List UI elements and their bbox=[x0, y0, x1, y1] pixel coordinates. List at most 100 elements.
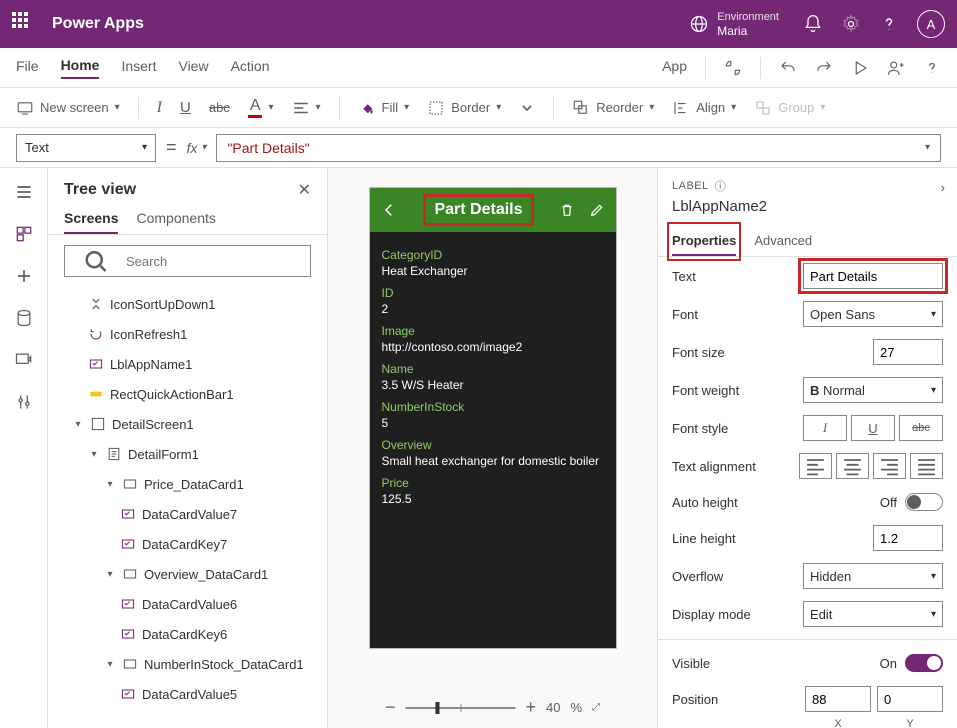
tab-components[interactable]: Components bbox=[136, 204, 215, 234]
italic-button[interactable]: I bbox=[157, 99, 162, 117]
preview-header: Part Details bbox=[370, 188, 616, 232]
fill-button[interactable]: Fill▾ bbox=[358, 99, 410, 117]
position-y-input[interactable] bbox=[877, 686, 943, 712]
redo-icon[interactable] bbox=[815, 59, 833, 77]
app-checker-icon[interactable] bbox=[724, 59, 742, 77]
zoom-unit: % bbox=[570, 700, 582, 715]
environment-picker[interactable]: Environment Maria bbox=[689, 10, 779, 38]
font-weight-select[interactable]: B Normal▾ bbox=[803, 377, 943, 403]
underline-toggle[interactable]: U bbox=[851, 415, 895, 441]
equals-icon: = bbox=[166, 137, 177, 158]
tree-view-panel: Tree view ✕ Screens Components IconSortU… bbox=[48, 168, 328, 728]
play-icon[interactable] bbox=[851, 59, 869, 77]
settings-icon[interactable] bbox=[841, 14, 861, 34]
phone-preview[interactable]: Part Details CategoryID Heat Exchanger I… bbox=[370, 188, 616, 648]
tree-item[interactable]: RectQuickActionBar1 bbox=[54, 379, 321, 409]
font-select[interactable]: Open Sans▾ bbox=[803, 301, 943, 327]
help-icon[interactable] bbox=[879, 14, 899, 34]
left-rail bbox=[0, 168, 48, 728]
tree-item[interactable]: DataCardValue6 bbox=[54, 589, 321, 619]
tree-item[interactable]: ▾Price_DataCard1 bbox=[54, 469, 321, 499]
tree-item[interactable]: ▾DetailForm1 bbox=[54, 439, 321, 469]
tree-item[interactable]: DataCardValue7 bbox=[54, 499, 321, 529]
back-icon[interactable] bbox=[380, 201, 398, 219]
menu-app[interactable]: App bbox=[662, 58, 687, 78]
advanced-tools-icon[interactable] bbox=[14, 392, 34, 412]
user-avatar[interactable]: A bbox=[917, 10, 945, 38]
insert-icon[interactable] bbox=[14, 266, 34, 286]
strikethrough-button[interactable]: abc bbox=[209, 100, 230, 115]
menubar-help-icon[interactable] bbox=[923, 59, 941, 77]
tree-item[interactable]: LblAppName1 bbox=[54, 349, 321, 379]
font-color-button[interactable]: A▾ bbox=[248, 97, 274, 118]
menu-file[interactable]: File bbox=[16, 58, 39, 78]
italic-toggle[interactable]: I bbox=[803, 415, 847, 441]
prop-label: Line height bbox=[672, 531, 736, 546]
align-justify-button[interactable] bbox=[910, 453, 943, 479]
close-icon[interactable]: ✕ bbox=[298, 180, 311, 200]
tree-item[interactable]: ▾DetailScreen1 bbox=[54, 409, 321, 439]
formula-input[interactable]: "Part Details" ▾ bbox=[216, 134, 941, 162]
font-size-input[interactable] bbox=[873, 339, 943, 365]
line-height-input[interactable] bbox=[873, 525, 943, 551]
text-align-button[interactable]: ▾ bbox=[292, 99, 321, 117]
tree-item[interactable]: ▾NumberInStock_DataCard1 bbox=[54, 649, 321, 679]
app-launcher-icon[interactable] bbox=[12, 12, 36, 36]
environment-name: Maria bbox=[717, 24, 779, 38]
underline-button[interactable]: U bbox=[180, 99, 191, 116]
axis-label: Y bbox=[877, 718, 943, 728]
undo-icon[interactable] bbox=[779, 59, 797, 77]
preview-title[interactable]: Part Details bbox=[428, 199, 528, 221]
fx-button[interactable]: fx▾ bbox=[187, 140, 207, 156]
strikethrough-toggle[interactable]: abc bbox=[899, 415, 943, 441]
tab-properties[interactable]: Properties bbox=[672, 227, 736, 256]
notifications-icon[interactable] bbox=[803, 14, 823, 34]
delete-icon[interactable] bbox=[559, 202, 575, 218]
chevron-right-icon[interactable]: › bbox=[941, 180, 945, 195]
prop-label: Text alignment bbox=[672, 459, 756, 474]
position-x-input[interactable] bbox=[805, 686, 871, 712]
tree-view-icon[interactable] bbox=[14, 224, 34, 244]
text-input[interactable] bbox=[803, 263, 943, 289]
new-screen-button[interactable]: New screen ▾ bbox=[16, 99, 120, 117]
zoom-fit-button[interactable]: ⤢ bbox=[592, 702, 600, 713]
hamburger-icon[interactable] bbox=[14, 182, 34, 202]
tree-item[interactable]: ▾Overview_DataCard1 bbox=[54, 559, 321, 589]
tree-item[interactable]: DataCardKey7 bbox=[54, 529, 321, 559]
edit-icon[interactable] bbox=[589, 202, 605, 218]
tree-item[interactable]: DataCardValue5 bbox=[54, 679, 321, 709]
media-icon[interactable] bbox=[14, 350, 34, 370]
data-icon[interactable] bbox=[14, 308, 34, 328]
tree-search-input[interactable] bbox=[126, 254, 302, 269]
search-icon bbox=[73, 246, 118, 276]
tab-screens[interactable]: Screens bbox=[64, 204, 118, 234]
zoom-in-button[interactable]: + bbox=[525, 697, 536, 718]
overflow-button[interactable] bbox=[519, 100, 535, 116]
property-select[interactable]: Text ▾ bbox=[16, 134, 156, 162]
align-button[interactable]: Align▾ bbox=[672, 99, 736, 117]
prop-label: Font size bbox=[672, 345, 725, 360]
tab-advanced[interactable]: Advanced bbox=[754, 227, 812, 256]
display-mode-select[interactable]: Edit▾ bbox=[803, 601, 943, 627]
tree-search[interactable] bbox=[64, 245, 311, 277]
menu-view[interactable]: View bbox=[178, 58, 208, 78]
align-center-button[interactable] bbox=[836, 453, 869, 479]
zoom-out-button[interactable]: − bbox=[385, 697, 396, 718]
visible-toggle[interactable] bbox=[905, 654, 943, 672]
menu-action[interactable]: Action bbox=[231, 58, 270, 78]
tree-item[interactable]: IconRefresh1 bbox=[54, 319, 321, 349]
overflow-select[interactable]: Hidden▾ bbox=[803, 563, 943, 589]
auto-height-toggle[interactable] bbox=[905, 493, 943, 511]
info-icon[interactable]: ⓘ bbox=[715, 178, 727, 194]
menu-insert[interactable]: Insert bbox=[121, 58, 156, 78]
align-right-button[interactable] bbox=[873, 453, 906, 479]
align-left-button[interactable] bbox=[799, 453, 832, 479]
share-icon[interactable] bbox=[887, 59, 905, 77]
canvas[interactable]: Part Details CategoryID Heat Exchanger I… bbox=[328, 168, 657, 728]
tree-item[interactable]: DataCardKey6 bbox=[54, 619, 321, 649]
tree-item[interactable]: IconSortUpDown1 bbox=[54, 289, 321, 319]
border-button[interactable]: Border▾ bbox=[427, 99, 501, 117]
zoom-slider[interactable] bbox=[405, 707, 515, 709]
menu-home[interactable]: Home bbox=[61, 57, 100, 79]
reorder-button[interactable]: Reorder▾ bbox=[572, 99, 654, 117]
